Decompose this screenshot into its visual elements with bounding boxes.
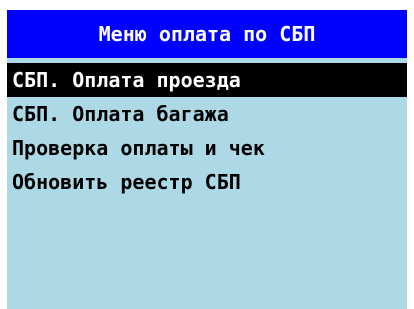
menu-item-payment-check-receipt[interactable]: Проверка оплаты и чек — [7, 131, 407, 165]
menu-item-fare-payment[interactable]: СБП. Оплата проезда — [7, 63, 407, 97]
payment-menu: СБП. Оплата проезда СБП. Оплата багажа П… — [7, 63, 407, 199]
menu-title: Меню оплата по СБП — [7, 10, 407, 58]
menu-item-update-registry[interactable]: Обновить реестр СБП — [7, 165, 407, 199]
terminal-screen: Меню оплата по СБП СБП. Оплата проезда С… — [7, 10, 407, 309]
menu-item-baggage-payment[interactable]: СБП. Оплата багажа — [7, 97, 407, 131]
